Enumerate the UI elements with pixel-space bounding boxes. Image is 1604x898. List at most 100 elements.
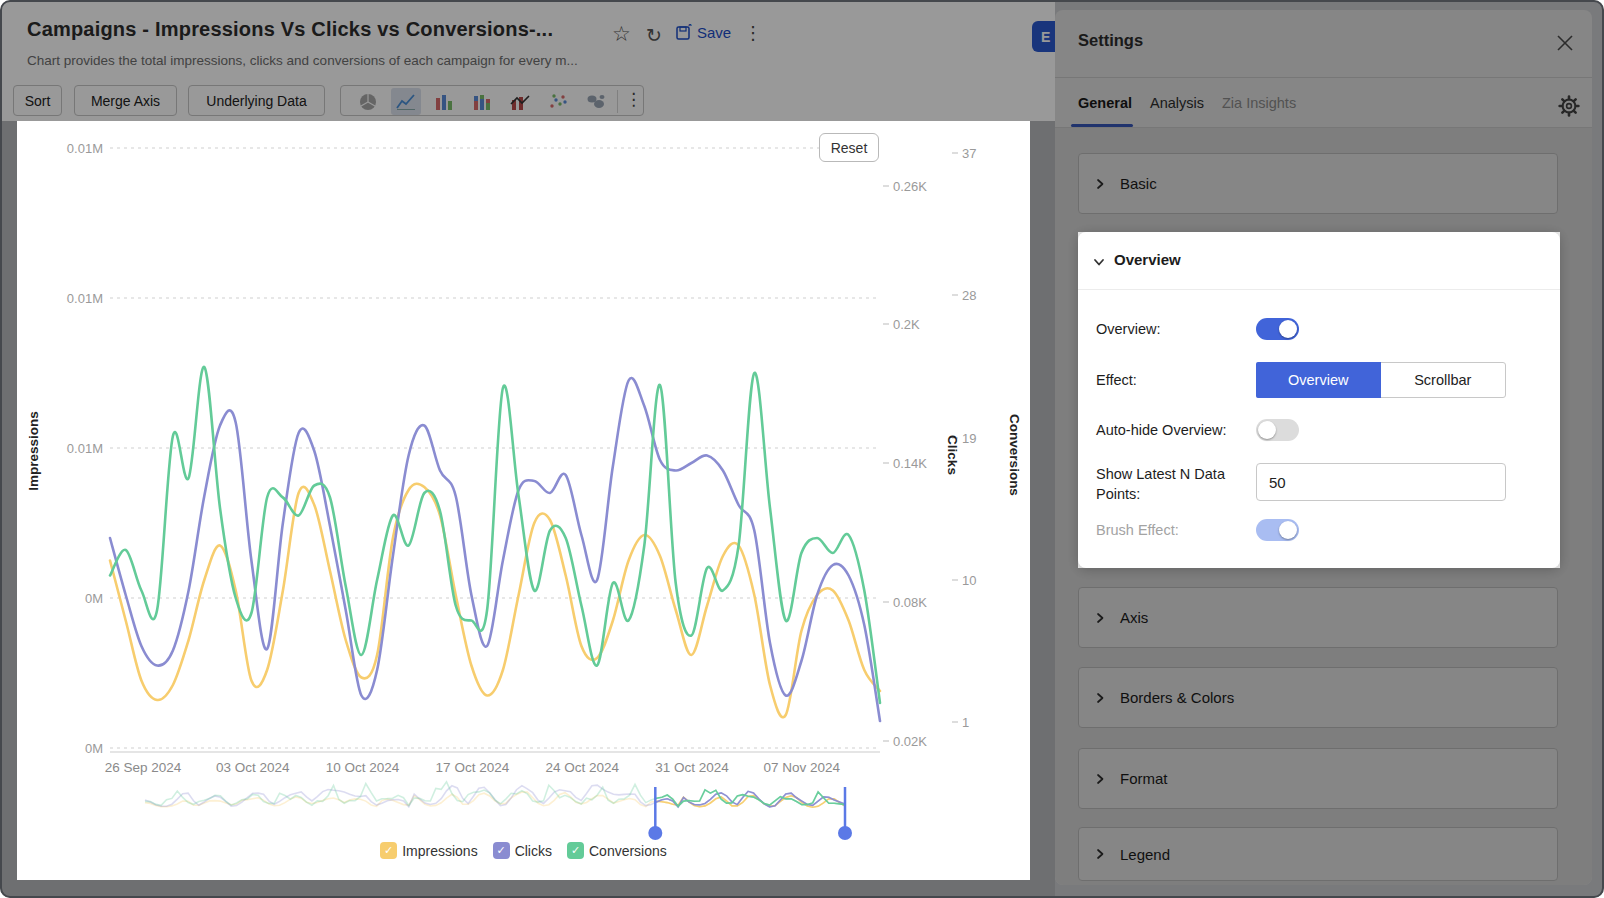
combo-chart-icon[interactable]: [505, 88, 535, 115]
overview-settings-card: Overview Overview: Effect: Overview Scro…: [1078, 232, 1560, 568]
y-right-clicks-tick: 0.08K: [893, 595, 927, 610]
brush-handle-right[interactable]: [838, 826, 852, 840]
divider: [1078, 289, 1560, 290]
svg-text:*: *: [688, 24, 692, 32]
merge-axis-button[interactable]: Merge Axis: [74, 85, 177, 116]
save-button[interactable]: * Save: [676, 24, 731, 41]
section-borders[interactable]: Borders & Colors: [1078, 667, 1558, 728]
legend-checkbox[interactable]: ✓: [380, 842, 397, 859]
y-left-tick: 0.01M: [67, 441, 103, 456]
legend-item-impressions[interactable]: ✓Impressions: [380, 842, 477, 859]
section-label: Borders & Colors: [1120, 689, 1234, 706]
overview-toggle[interactable]: [1256, 318, 1299, 340]
section-legend[interactable]: Legend: [1078, 827, 1558, 881]
save-label: Save: [697, 24, 731, 41]
report-header: Campaigns - Impressions Vs Clicks vs Con…: [0, 0, 1055, 121]
stacked-bar-icon[interactable]: [467, 88, 497, 115]
y-left-axis-title: Impressions: [26, 411, 41, 491]
x-axis-tick: 17 Oct 2024: [436, 760, 510, 775]
legend-label: Conversions: [589, 843, 667, 859]
y-left-tick: 0.01M: [67, 141, 103, 156]
map-chart-icon[interactable]: [581, 88, 611, 115]
scatter-chart-icon[interactable]: [543, 88, 573, 115]
y-right-clicks-tick: 0.02K: [893, 734, 927, 749]
pie-chart-icon[interactable]: [353, 88, 383, 115]
tab-general[interactable]: General: [1078, 95, 1132, 111]
header-more-menu-icon[interactable]: ⋮: [744, 22, 762, 44]
autohide-toggle-label: Auto-hide Overview:: [1096, 422, 1227, 438]
divider: [1055, 77, 1592, 78]
underlying-data-button[interactable]: Underlying Data: [188, 85, 325, 116]
section-format[interactable]: Format: [1078, 748, 1558, 809]
overview-line-selected-conversions: [145, 782, 845, 806]
y-left-tick: 0M: [85, 591, 103, 606]
chevron-right-icon: [1094, 178, 1106, 190]
page-title: Campaigns - Impressions Vs Clicks vs Con…: [27, 18, 553, 41]
line-chart: 0.01M0.01M0.01M0M0M0.26K0.2K0.14K0.08K0.…: [17, 121, 1030, 880]
y-right-clicks-axis-title: Clicks: [945, 435, 960, 475]
dim-overlay-left: [0, 121, 17, 898]
tab-zia-insights[interactable]: Zia Insights: [1222, 95, 1296, 111]
close-icon[interactable]: [1555, 33, 1575, 53]
gear-icon[interactable]: [1557, 94, 1581, 118]
brush-effect-toggle[interactable]: [1256, 519, 1299, 541]
favorite-star-icon[interactable]: ☆: [612, 22, 631, 46]
reset-button[interactable]: Reset: [819, 133, 879, 162]
page-subtitle: Chart provides the total impressions, cl…: [27, 53, 578, 68]
section-label: Axis: [1120, 609, 1148, 626]
tab-analysis[interactable]: Analysis: [1150, 95, 1204, 111]
brush-effect-label: Brush Effect:: [1096, 522, 1179, 538]
bar-chart-icon[interactable]: [429, 88, 459, 115]
app-window: Campaigns - Impressions Vs Clicks vs Con…: [0, 0, 1604, 898]
y-left-tick: 0M: [85, 741, 103, 756]
chart-legend: ✓Impressions✓Clicks✓Conversions: [17, 842, 1030, 859]
dim-overlay-bottom: [17, 880, 1030, 898]
y-right-conversions-tick: 10: [962, 573, 976, 588]
effect-label: Effect:: [1096, 372, 1137, 388]
x-axis-tick: 31 Oct 2024: [655, 760, 729, 775]
section-basic[interactable]: Basic: [1078, 153, 1558, 214]
chart-type-more-icon[interactable]: ⋮: [625, 89, 642, 110]
section-label: Legend: [1120, 846, 1170, 863]
y-right-clicks-tick: 0.26K: [893, 179, 927, 194]
latest-points-label: Show Latest N Data Points:: [1096, 464, 1225, 504]
overview-toggle-label: Overview:: [1096, 321, 1160, 337]
overview-section-title[interactable]: Overview: [1114, 251, 1181, 268]
effect-option-scrollbar[interactable]: Scrollbar: [1381, 363, 1506, 397]
legend-item-clicks[interactable]: ✓ Clicks: [493, 842, 552, 859]
divider: [617, 90, 618, 113]
legend-label: Clicks: [515, 843, 552, 859]
x-axis-tick: 26 Sep 2024: [105, 760, 182, 775]
y-right-conversions-axis-title: Conversions: [1007, 414, 1022, 496]
section-axis[interactable]: Axis: [1078, 587, 1558, 648]
y-left-tick: 0.01M: [67, 291, 103, 306]
chart-type-group: ⋮: [340, 85, 644, 116]
chevron-right-icon: [1094, 773, 1106, 785]
y-right-conversions-tick: 37: [962, 146, 976, 161]
legend-item-conversions[interactable]: ✓ Conversions: [567, 842, 667, 859]
x-axis-tick: 07 Nov 2024: [764, 760, 841, 775]
autohide-toggle[interactable]: [1256, 419, 1299, 441]
line-chart-icon[interactable]: [391, 88, 421, 115]
y-right-conversions-tick: 28: [962, 288, 976, 303]
settings-title: Settings: [1078, 31, 1143, 50]
legend-checkbox[interactable]: ✓: [493, 842, 510, 859]
x-axis-tick: 10 Oct 2024: [326, 760, 400, 775]
brush-handle-left[interactable]: [648, 826, 662, 840]
y-right-clicks-tick: 0.2K: [893, 317, 920, 332]
effect-option-overview[interactable]: Overview: [1256, 362, 1381, 398]
sort-button[interactable]: Sort: [13, 85, 62, 116]
y-right-conversions-tick: 1: [962, 715, 969, 730]
chevron-right-icon: [1094, 692, 1106, 704]
legend-checkbox[interactable]: ✓: [567, 842, 584, 859]
x-axis-tick: 03 Oct 2024: [216, 760, 290, 775]
x-axis-tick: 24 Oct 2024: [545, 760, 619, 775]
save-icon: *: [676, 24, 693, 41]
effect-segmented-control: Overview Scrollbar: [1256, 362, 1506, 398]
refresh-icon[interactable]: ↻: [646, 24, 662, 47]
dim-overlay-gap: [1030, 121, 1055, 898]
overview-line-conversions: [145, 782, 845, 806]
chevron-down-icon[interactable]: [1092, 255, 1106, 269]
latest-points-input[interactable]: [1256, 463, 1506, 501]
y-right-conversions-tick: 19: [962, 431, 976, 446]
